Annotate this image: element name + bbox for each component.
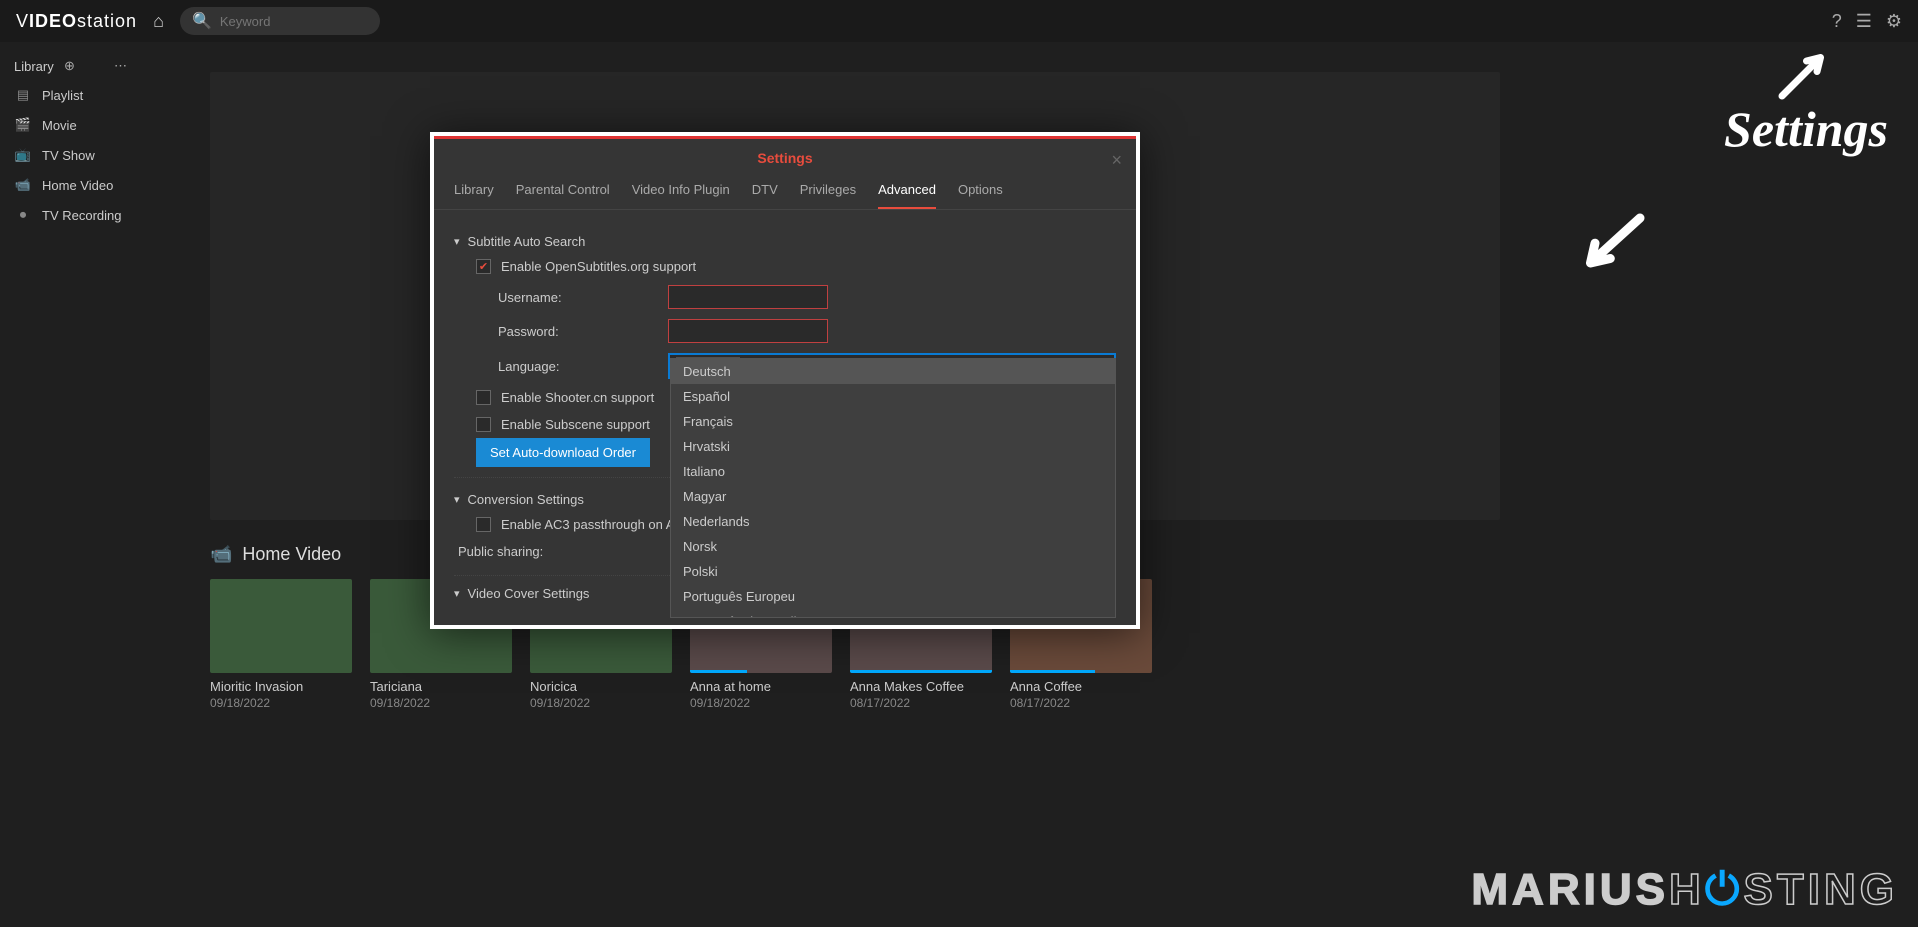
- queue-icon[interactable]: ☰: [1856, 11, 1872, 32]
- section-subtitle-search[interactable]: ▾Subtitle Auto Search: [454, 230, 1116, 253]
- video-date: 09/18/2022: [210, 696, 352, 710]
- sidebar-item-playlist[interactable]: ▤Playlist: [0, 80, 170, 110]
- lang-option[interactable]: Português do Brasil: [671, 609, 1115, 618]
- sidebar: Library ⊕ ⋯ ▤Playlist 🎬Movie 📺TV Show 📹H…: [0, 42, 170, 927]
- lang-option[interactable]: Norsk: [671, 534, 1115, 559]
- lang-option[interactable]: Hrvatski: [671, 434, 1115, 459]
- modal-title: Settings: [757, 150, 812, 166]
- library-header: Library ⊕ ⋯: [0, 52, 170, 80]
- language-dropdown[interactable]: DeutschEspañolFrançaisHrvatskiItalianoMa…: [670, 358, 1116, 618]
- lang-option[interactable]: Polski: [671, 559, 1115, 584]
- checkbox-opensubtitles[interactable]: [476, 259, 491, 274]
- tab-advanced[interactable]: Advanced: [878, 182, 936, 209]
- lang-option[interactable]: Magyar: [671, 484, 1115, 509]
- video-card[interactable]: Mioritic Invasion 09/18/2022: [210, 579, 352, 710]
- sidebar-item-tvshow[interactable]: 📺TV Show: [0, 140, 170, 170]
- tab-video-info-plugin[interactable]: Video Info Plugin: [632, 182, 730, 209]
- search-icon: 🔍: [192, 11, 212, 31]
- sidebar-item-movie[interactable]: 🎬Movie: [0, 110, 170, 140]
- video-title: Anna at home: [690, 679, 832, 694]
- lang-option[interactable]: Español: [671, 384, 1115, 409]
- tab-parental-control[interactable]: Parental Control: [516, 182, 610, 209]
- language-label: Language:: [498, 359, 668, 374]
- app-logo: VIDEOstation: [16, 11, 137, 32]
- lang-option[interactable]: Português Europeu: [671, 584, 1115, 609]
- sidebar-item-tvrec[interactable]: ⏺TV Recording: [0, 200, 170, 230]
- rec-icon: ⏺: [14, 207, 32, 223]
- video-date: 08/17/2022: [1010, 696, 1152, 710]
- tab-dtv[interactable]: DTV: [752, 182, 778, 209]
- checkbox-subscene[interactable]: [476, 417, 491, 432]
- modal-tabs: Library Parental Control Video Info Plugin…: [434, 168, 1136, 210]
- video-date: 08/17/2022: [850, 696, 992, 710]
- video-title: Mioritic Invasion: [210, 679, 352, 694]
- search-input[interactable]: [220, 14, 368, 29]
- checkbox-shooter[interactable]: [476, 390, 491, 405]
- username-label: Username:: [498, 290, 668, 305]
- watermark: MARIUSH⏻STING: [1471, 865, 1898, 915]
- set-autodownload-button[interactable]: Set Auto-download Order: [476, 438, 650, 467]
- playlist-icon: ▤: [14, 87, 32, 103]
- library-more-icon[interactable]: ⋯: [114, 58, 156, 74]
- lang-option[interactable]: Italiano: [671, 459, 1115, 484]
- video-date: 09/18/2022: [530, 696, 672, 710]
- search-box[interactable]: 🔍: [180, 7, 380, 35]
- tab-options[interactable]: Options: [958, 182, 1003, 209]
- video-title: Anna Coffee: [1010, 679, 1152, 694]
- add-library-icon[interactable]: ⊕: [64, 58, 106, 74]
- help-icon[interactable]: ?: [1832, 11, 1842, 32]
- password-label: Password:: [498, 324, 668, 339]
- settings-modal: Settings × Library Parental Control Video …: [430, 132, 1140, 629]
- top-bar: VIDEOstation ⌂ 🔍 ? ☰ ⚙: [0, 0, 1918, 42]
- tab-library[interactable]: Library: [454, 182, 494, 209]
- username-input[interactable]: [668, 285, 828, 309]
- home-icon[interactable]: ⌂: [153, 11, 164, 32]
- lang-option[interactable]: Deutsch: [671, 359, 1115, 384]
- sidebar-item-homevideo[interactable]: 📹Home Video: [0, 170, 170, 200]
- video-title: Tariciana: [370, 679, 512, 694]
- video-date: 09/18/2022: [690, 696, 832, 710]
- movie-icon: 🎬: [14, 117, 32, 133]
- video-thumb[interactable]: [210, 579, 352, 673]
- lang-option[interactable]: Nederlands: [671, 509, 1115, 534]
- checkbox-ac3[interactable]: [476, 517, 491, 532]
- video-title: Anna Makes Coffee: [850, 679, 992, 694]
- tab-privileges[interactable]: Privileges: [800, 182, 856, 209]
- password-input[interactable]: [668, 319, 828, 343]
- close-icon[interactable]: ×: [1111, 150, 1122, 171]
- enable-opensubtitles-row[interactable]: Enable OpenSubtitles.org support: [454, 253, 1116, 280]
- video-title: Noricica: [530, 679, 672, 694]
- settings-icon[interactable]: ⚙: [1886, 11, 1902, 32]
- chevron-down-icon: ▾: [454, 235, 460, 248]
- lang-option[interactable]: Français: [671, 409, 1115, 434]
- video-date: 09/18/2022: [370, 696, 512, 710]
- tv-icon: 📺: [14, 147, 32, 163]
- chevron-down-icon: ▾: [454, 493, 460, 506]
- camera-icon: 📹: [14, 177, 32, 193]
- chevron-down-icon: ▾: [454, 587, 460, 600]
- camera-icon: 📹: [210, 544, 232, 565]
